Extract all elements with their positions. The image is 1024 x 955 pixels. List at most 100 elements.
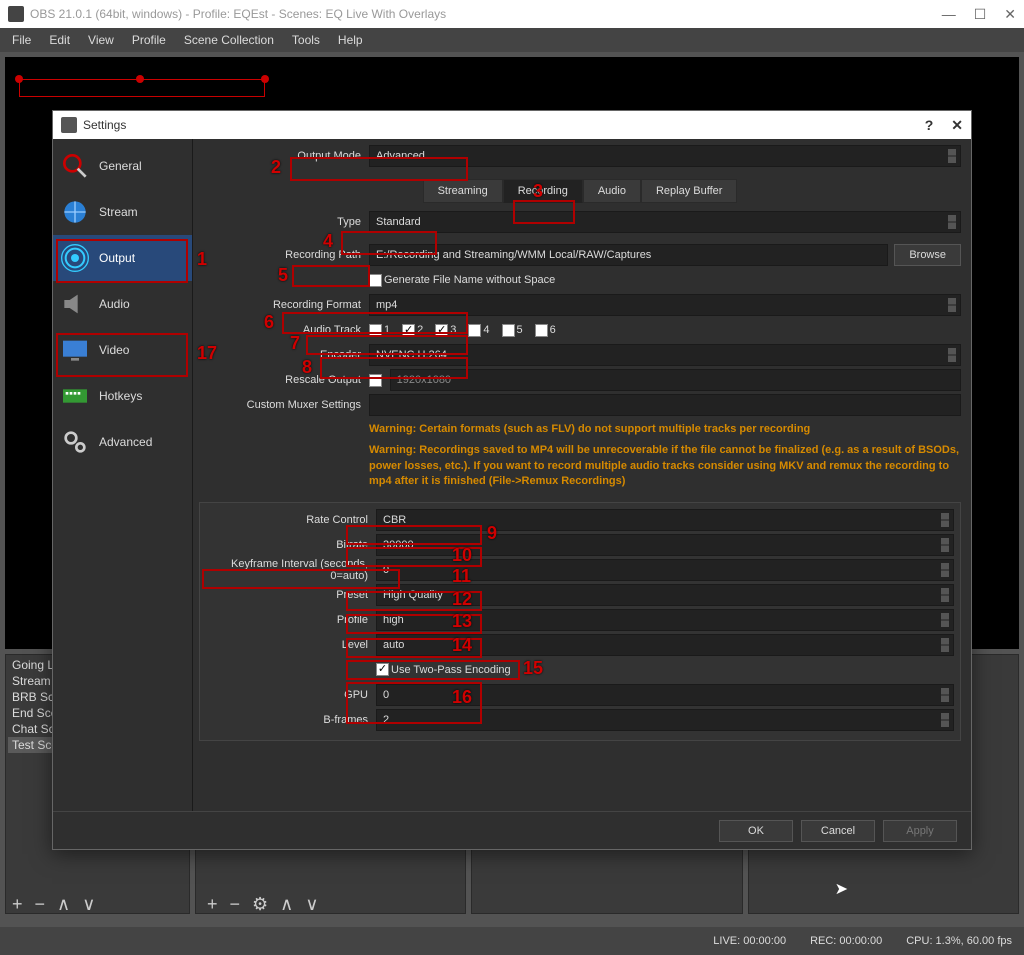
up-icon[interactable]: ∧: [55, 894, 72, 915]
sidebar-item-audio[interactable]: Audio: [53, 281, 192, 327]
sidebar-item-label: Advanced: [99, 435, 152, 449]
encoder-settings-group: Rate Control CBR Bitrate 30000 Keyframe …: [199, 502, 961, 741]
encoder-select[interactable]: NVENC H.264: [369, 344, 961, 366]
bframes-label: B-frames: [206, 714, 376, 726]
gears-icon: [59, 428, 91, 456]
menu-scene-collection[interactable]: Scene Collection: [176, 31, 282, 49]
status-cpu: CPU: 1.3%, 60.00 fps: [906, 935, 1012, 947]
recording-format-select[interactable]: mp4: [369, 294, 961, 316]
dialog-close-button[interactable]: ✕: [951, 117, 963, 134]
maximize-button[interactable]: ☐: [974, 6, 987, 23]
bframes-input[interactable]: 2: [376, 709, 954, 731]
scenes-toolbar: + − ∧ ∨: [0, 894, 97, 915]
window-titlebar: OBS 21.0.1 (64bit, windows) - Profile: E…: [0, 0, 1024, 28]
dialog-title: Settings: [83, 118, 925, 132]
rate-control-select[interactable]: CBR: [376, 509, 954, 531]
gpu-label: GPU: [206, 689, 376, 701]
type-select[interactable]: Standard: [369, 211, 961, 233]
sidebar-item-advanced[interactable]: Advanced: [53, 419, 192, 465]
resize-handle[interactable]: [15, 75, 23, 83]
menu-file[interactable]: File: [4, 31, 39, 49]
tab-streaming[interactable]: Streaming: [423, 179, 503, 203]
keyframe-input[interactable]: 0: [376, 559, 954, 581]
encoder-label: Encoder: [199, 349, 369, 361]
bitrate-input[interactable]: 30000: [376, 534, 954, 556]
dialog-icon: [61, 117, 77, 133]
muxer-input[interactable]: [369, 394, 961, 416]
warning-flv: Warning: Certain formats (such as FLV) d…: [369, 422, 961, 437]
browse-button[interactable]: Browse: [894, 244, 961, 266]
track-5-checkbox[interactable]: [502, 324, 515, 337]
broadcast-icon: [59, 244, 91, 272]
sidebar-item-general[interactable]: General: [53, 143, 192, 189]
recording-format-label: Recording Format: [199, 299, 369, 311]
sidebar-item-video[interactable]: Video: [53, 327, 192, 373]
status-live: LIVE: 00:00:00: [713, 935, 786, 947]
menu-help[interactable]: Help: [330, 31, 371, 49]
globe-icon: [59, 198, 91, 226]
sidebar-item-hotkeys[interactable]: Hotkeys: [53, 373, 192, 419]
two-pass-label: Use Two-Pass Encoding: [391, 664, 511, 676]
monitor-icon: [59, 336, 91, 364]
track-1-checkbox[interactable]: [369, 324, 382, 337]
cancel-button[interactable]: Cancel: [801, 820, 875, 842]
two-pass-checkbox[interactable]: [376, 663, 389, 676]
down-icon[interactable]: ∨: [303, 894, 320, 915]
preset-label: Preset: [206, 589, 376, 601]
track-3-checkbox[interactable]: [435, 324, 448, 337]
track-4-checkbox[interactable]: [468, 324, 481, 337]
rate-control-label: Rate Control: [206, 514, 376, 526]
down-icon[interactable]: ∨: [80, 894, 97, 915]
output-tabs: Streaming Recording Audio Replay Buffer: [199, 179, 961, 203]
dialog-footer: OK Cancel Apply: [53, 811, 971, 849]
menu-profile[interactable]: Profile: [124, 31, 174, 49]
up-icon[interactable]: ∧: [278, 894, 295, 915]
remove-icon[interactable]: −: [228, 894, 243, 915]
dialog-titlebar: Settings ? ✕: [53, 111, 971, 139]
profile-select[interactable]: high: [376, 609, 954, 631]
minimize-button[interactable]: —: [942, 6, 956, 23]
ok-button[interactable]: OK: [719, 820, 793, 842]
gear-icon[interactable]: ⚙: [250, 894, 270, 915]
track-2-checkbox[interactable]: [402, 324, 415, 337]
remove-icon[interactable]: −: [33, 894, 48, 915]
keyboard-icon: [59, 382, 91, 410]
settings-dialog: Settings ? ✕ General Stream Output Audio: [52, 110, 972, 850]
bitrate-label: Bitrate: [206, 539, 376, 551]
help-button[interactable]: ?: [925, 117, 934, 134]
level-select[interactable]: auto: [376, 634, 954, 656]
tab-audio[interactable]: Audio: [583, 179, 641, 203]
sidebar-item-label: Video: [99, 343, 129, 357]
sidebar-item-stream[interactable]: Stream: [53, 189, 192, 235]
sidebar-item-output[interactable]: Output: [53, 235, 192, 281]
menu-view[interactable]: View: [80, 31, 122, 49]
recording-path-label: Recording Path: [199, 249, 369, 261]
resize-handle[interactable]: [261, 75, 269, 83]
warning-mp4: Warning: Recordings saved to MP4 will be…: [369, 443, 961, 489]
window-title: OBS 21.0.1 (64bit, windows) - Profile: E…: [30, 7, 942, 21]
apply-button[interactable]: Apply: [883, 820, 957, 842]
sidebar-item-label: General: [99, 159, 142, 173]
muxer-label: Custom Muxer Settings: [199, 399, 369, 411]
preset-select[interactable]: High Quality: [376, 584, 954, 606]
settings-sidebar: General Stream Output Audio Video Hotkey…: [53, 139, 193, 811]
resize-handle[interactable]: [136, 75, 144, 83]
recording-path-input[interactable]: E:/Recording and Streaming/WMM Local/RAW…: [369, 244, 888, 266]
menu-edit[interactable]: Edit: [41, 31, 78, 49]
add-icon[interactable]: +: [10, 894, 25, 915]
tab-recording[interactable]: Recording: [503, 179, 583, 203]
close-button[interactable]: ✕: [1004, 6, 1016, 23]
status-rec: REC: 00:00:00: [810, 935, 882, 947]
tab-replay-buffer[interactable]: Replay Buffer: [641, 179, 737, 203]
track-6-checkbox[interactable]: [535, 324, 548, 337]
output-mode-select[interactable]: Advanced: [369, 145, 961, 167]
output-settings-pane: Output Mode Advanced Streaming Recording…: [193, 139, 971, 811]
rescale-output-checkbox[interactable]: [369, 374, 382, 387]
menu-tools[interactable]: Tools: [284, 31, 328, 49]
sidebar-item-label: Audio: [99, 297, 130, 311]
gen-filename-checkbox[interactable]: [369, 274, 382, 287]
add-icon[interactable]: +: [205, 894, 220, 915]
gpu-input[interactable]: 0: [376, 684, 954, 706]
output-mode-label: Output Mode: [199, 150, 369, 162]
status-bar: LIVE: 00:00:00 REC: 00:00:00 CPU: 1.3%, …: [0, 927, 1024, 955]
